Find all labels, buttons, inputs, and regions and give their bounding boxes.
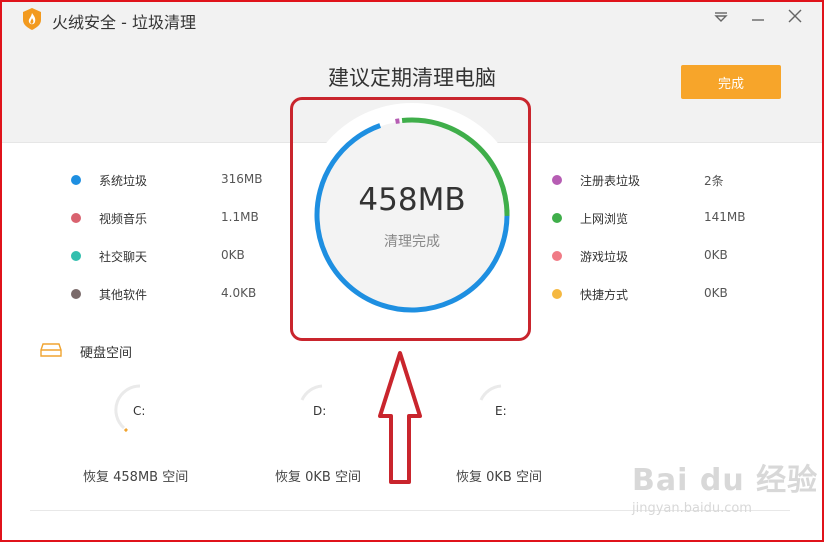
item-value: 4.0KB [221, 286, 257, 300]
item-label: 上网浏览 [580, 212, 629, 226]
item-label: 其他软件 [99, 288, 148, 302]
drive-c: C: 恢复 458MB 空间 [80, 380, 240, 490]
drive-letter: D: [313, 404, 327, 418]
drive-letter: E: [495, 404, 507, 418]
item-label: 游戏垃圾 [580, 250, 629, 264]
item-value: 1.1MB [221, 210, 259, 224]
color-dot [71, 251, 81, 261]
item-value: 0KB [704, 248, 728, 262]
color-dot [71, 175, 81, 185]
color-dot [552, 213, 562, 223]
color-dot [552, 289, 562, 299]
color-dot [552, 251, 562, 261]
item-value: 2条 [704, 174, 724, 188]
hard-disk-icon [40, 343, 62, 357]
watermark-sub: jingyan.baidu.com [632, 501, 752, 516]
annotation-box [290, 97, 531, 341]
disk-section-label: 硬盘空间 [80, 346, 133, 361]
item-value: 141MB [704, 210, 746, 224]
done-button[interactable]: 完成 [681, 65, 781, 99]
color-dot [71, 289, 81, 299]
menu-dropdown-icon[interactable] [712, 9, 730, 27]
item-label: 快捷方式 [580, 288, 629, 302]
baidu-watermark: Bai du 经验 jingyan.baidu.com [632, 455, 818, 516]
watermark-main: Bai du 经验 [632, 463, 819, 498]
item-label: 视频音乐 [99, 212, 148, 226]
item-label: 系统垃圾 [99, 174, 148, 188]
drive-e: E: 恢复 0KB 空间 [453, 380, 613, 490]
color-dot [71, 213, 81, 223]
drive-caption: 恢复 0KB 空间 [275, 470, 361, 485]
color-dot [552, 175, 562, 185]
drive-caption: 恢复 0KB 空间 [456, 470, 542, 485]
item-label: 社交聊天 [99, 250, 148, 264]
item-value: 0KB [704, 286, 728, 300]
item-value: 0KB [221, 248, 245, 262]
minimize-icon[interactable] [749, 9, 767, 27]
app-title: 火绒安全 - 垃圾清理 [52, 13, 196, 32]
drive-letter: C: [133, 404, 146, 418]
item-value: 316MB [221, 172, 263, 186]
drive-caption: 恢复 458MB 空间 [83, 470, 189, 485]
annotation-up-arrow-icon [378, 351, 422, 484]
huorong-logo-icon [23, 8, 41, 30]
close-icon[interactable] [786, 9, 804, 27]
item-label: 注册表垃圾 [580, 174, 641, 188]
